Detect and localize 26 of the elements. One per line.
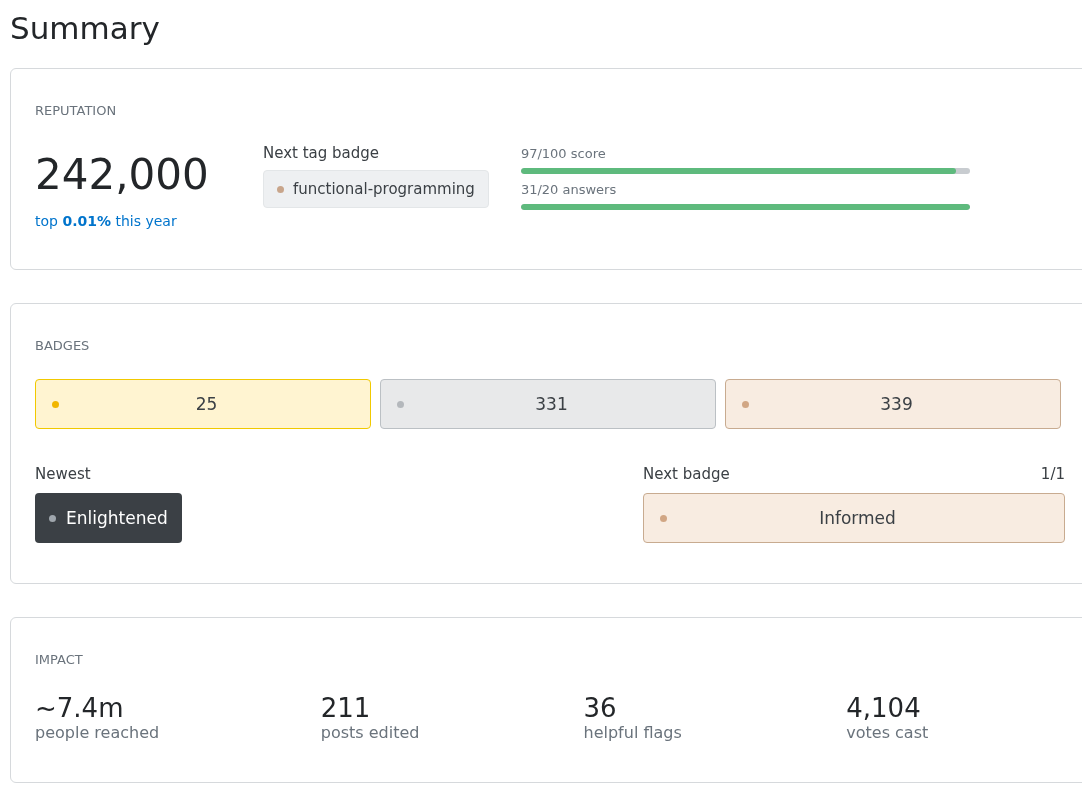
next-tag-label: Next tag badge (263, 144, 381, 162)
stat-value: 4,104 (846, 693, 922, 723)
badge-count[interactable]: 25 (35, 379, 371, 429)
progress-label: 97/100 score (520, 146, 607, 161)
badge-count[interactable]: 331 (380, 379, 716, 429)
reputation-value: 242,000 (35, 150, 210, 199)
section-heading: REPUTATION (35, 103, 118, 118)
stat-value: 211 (320, 693, 372, 723)
next-badge-label: Next badge (643, 465, 730, 483)
stat-value: 36 (583, 693, 618, 723)
stat-label: people reached (35, 723, 161, 742)
tag-badge[interactable]: functional-programming (263, 170, 489, 208)
badge-count[interactable]: 339 (725, 379, 1061, 429)
next-badge[interactable]: Informed (643, 493, 1065, 543)
progress-label: 31/20 answers (520, 182, 618, 197)
stat-label: posts edited (320, 723, 421, 742)
rank-text: top 0.01% this year (35, 213, 178, 229)
newest-label: Newest (35, 465, 91, 483)
section-heading: IMPACT (35, 652, 84, 667)
section-heading: BADGES (35, 338, 91, 353)
stat-label: helpful flags (583, 723, 683, 742)
stat-label: votes cast (846, 723, 930, 742)
stat-value: ~7.4m (35, 693, 125, 723)
newest-badge[interactable]: Enlightened (35, 493, 182, 543)
page-title: Summary (10, 10, 161, 46)
next-badge-count: 1/1 (1040, 465, 1065, 483)
